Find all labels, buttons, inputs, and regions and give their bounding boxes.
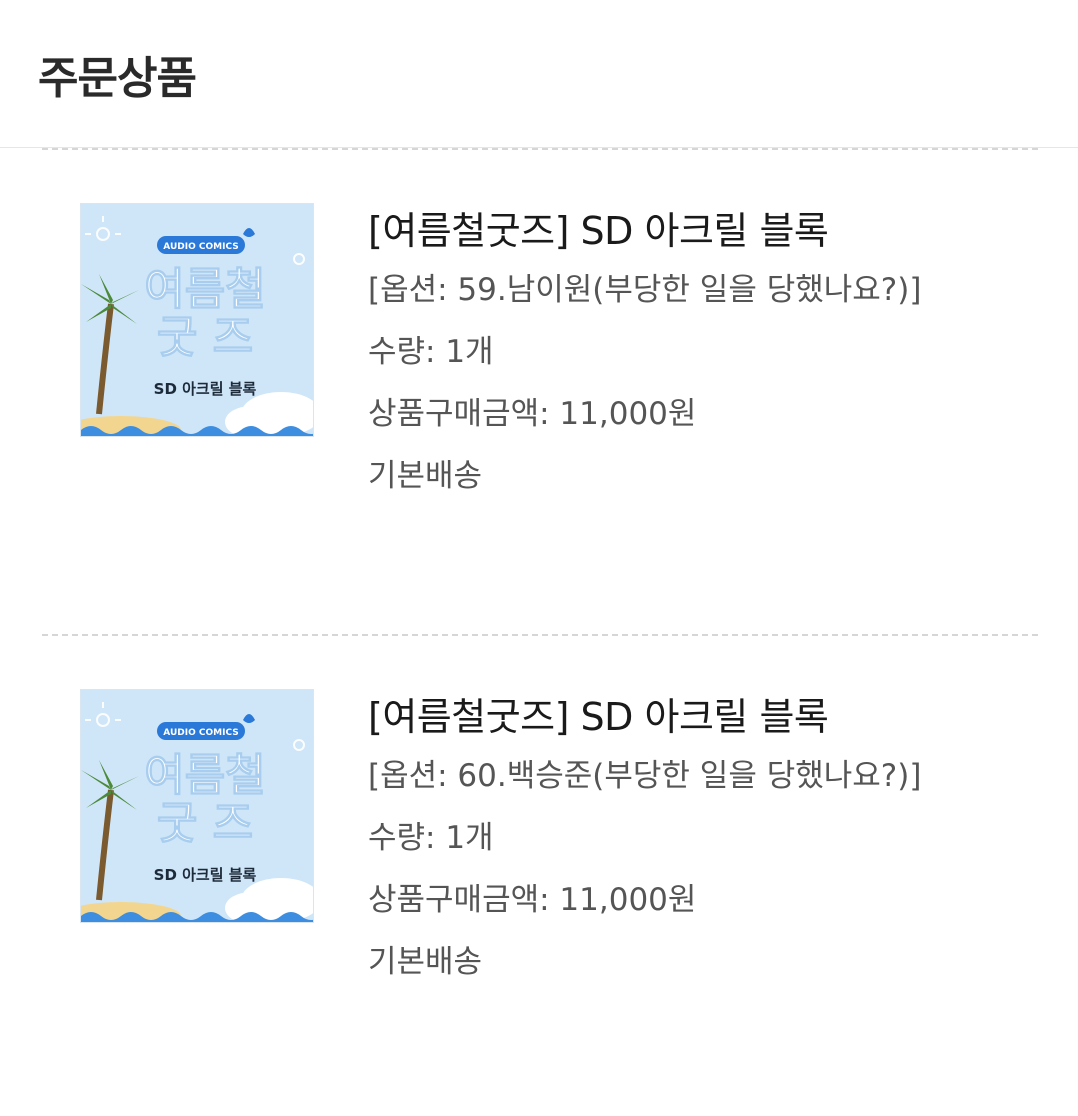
headline-2: 굿 즈 <box>157 312 253 363</box>
product-title[interactable]: [여름철굿즈] SD 아크릴 블록 <box>368 200 921 253</box>
subline: SD 아크릴 블록 <box>154 866 257 884</box>
product-thumbnail[interactable]: AUDIO COMICS 여름철 굿 즈 SD 아크릴 블록 <box>80 203 314 437</box>
headline-1: 여름철 <box>144 264 265 315</box>
product-option: [옵션: 60.백승준(부당한 일을 당했나요?)] <box>368 758 922 794</box>
product-price: 상품구매금액: 11,000원 <box>368 396 697 432</box>
order-item-info: [여름철굿즈] SD 아크릴 블록 [옵션: 59.남이원(부당한 일을 당했나… <box>368 200 921 498</box>
product-quantity: 수량: 1개 <box>368 334 494 370</box>
subline: SD 아크릴 블록 <box>154 380 257 398</box>
product-image: AUDIO COMICS 여름철 굿 즈 SD 아크릴 블록 <box>81 690 313 922</box>
order-item: AUDIO COMICS 여름철 굿 즈 SD 아크릴 블록 [여름철굿즈] S… <box>0 148 1078 568</box>
headline-1: 여름철 <box>144 750 265 801</box>
shipping-method: 기본배송 <box>368 458 483 494</box>
headline-2: 굿 즈 <box>157 798 253 849</box>
product-image: AUDIO COMICS 여름철 굿 즈 SD 아크릴 블록 <box>81 204 313 436</box>
order-item: AUDIO COMICS 여름철 굿 즈 SD 아크릴 블록 [여름철굿즈] S… <box>0 634 1078 1054</box>
product-title[interactable]: [여름철굿즈] SD 아크릴 블록 <box>368 686 921 739</box>
page-title: 주문상품 <box>38 53 197 104</box>
product-thumbnail[interactable]: AUDIO COMICS 여름철 굿 즈 SD 아크릴 블록 <box>80 689 314 923</box>
order-items-header: 주문상품 <box>0 0 1078 148</box>
badge-text: AUDIO COMICS <box>163 242 238 252</box>
product-price: 상품구매금액: 11,000원 <box>368 882 697 918</box>
badge-text: AUDIO COMICS <box>163 728 238 738</box>
product-quantity: 수량: 1개 <box>368 820 494 856</box>
shipping-method: 기본배송 <box>368 944 483 980</box>
product-option: [옵션: 59.남이원(부당한 일을 당했나요?)] <box>368 272 922 308</box>
order-item-info: [여름철굿즈] SD 아크릴 블록 [옵션: 60.백승준(부당한 일을 당했나… <box>368 686 921 984</box>
